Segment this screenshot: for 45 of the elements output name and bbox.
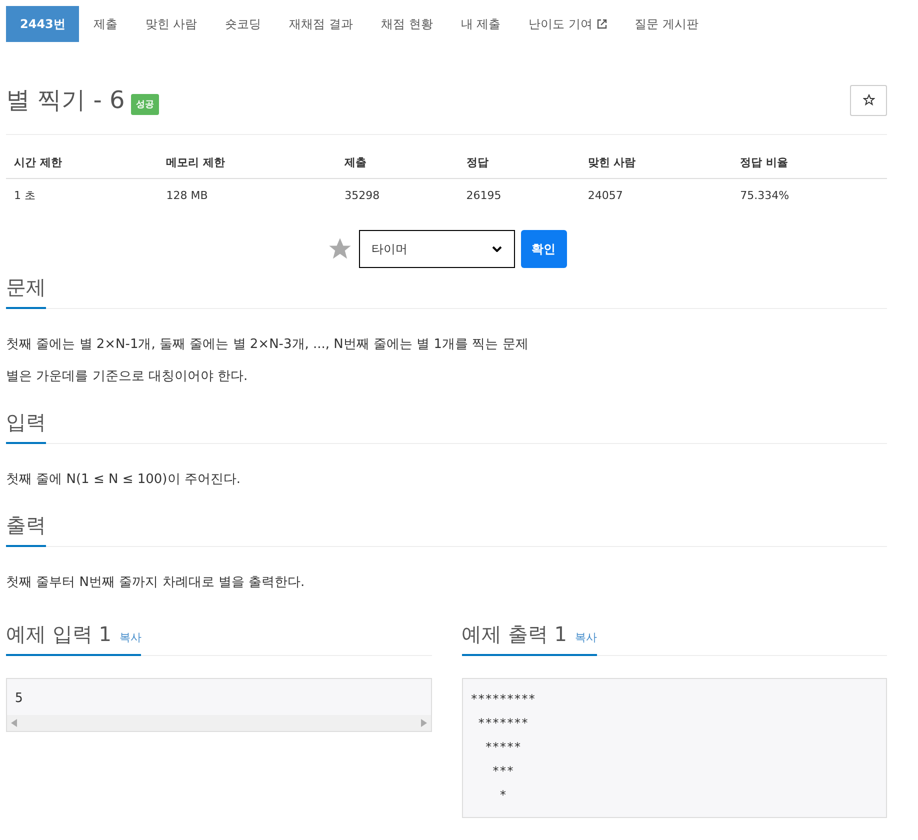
nav-tab[interactable]: 질문 게시판 [620, 6, 712, 42]
nav-tab[interactable]: 채점 현황 [367, 6, 447, 42]
star-outline-icon [862, 94, 874, 106]
sample-output-text: ********* ******* ***** *** * [462, 678, 887, 818]
nav-tab[interactable]: 맞힌 사람 [131, 6, 212, 42]
nav-tab[interactable]: 2443번 [6, 6, 80, 42]
column-header: 제출 [336, 147, 458, 178]
table-cell: 26195 [458, 178, 580, 212]
nav-tab[interactable]: 숏코딩 [211, 6, 276, 42]
table-cell: 1 초 [6, 178, 158, 212]
table-cell: 128 MB [158, 178, 337, 212]
paragraph: 별은 가운데를 기준으로 대칭이어야 한다. [6, 368, 249, 385]
column-header: 정답 비율 [732, 147, 887, 178]
sample-heading: 예제 출력 1 [462, 621, 567, 648]
chevron-down-icon [492, 246, 502, 252]
section-heading: 입력 [6, 409, 46, 444]
horizontal-scrollbar[interactable] [7, 715, 430, 731]
nav-tab[interactable]: 내 제출 [446, 6, 515, 42]
sample-heading: 예제 입력 1 [6, 621, 112, 648]
scroll-right-icon[interactable] [420, 719, 426, 727]
favorite-button[interactable] [850, 84, 887, 116]
copy-link[interactable]: 복사 [119, 630, 142, 645]
paragraph: 첫째 줄에는 별 2×N-1개, 둘째 줄에는 별 2×N-3개, ..., N번째 줄에는 별 1개를 찍는 문제 [6, 336, 530, 353]
table-cell: 24057 [580, 178, 732, 212]
nav-tab[interactable]: 재채점 결과 [275, 6, 368, 42]
column-header: 맞힌 사람 [580, 147, 732, 178]
timer-select[interactable]: 타이머 [358, 230, 514, 268]
section-heading: 문제 [6, 274, 46, 309]
paragraph: 첫째 줄에 N(1 ≤ N ≤ 100)이 주어진다. [6, 471, 242, 488]
status-badge: 성공 [130, 94, 159, 114]
column-header: 정답 [458, 147, 580, 178]
nav-tab[interactable]: 제출 [79, 6, 132, 42]
scroll-left-icon[interactable] [11, 719, 17, 727]
column-header: 시간 제한 [6, 147, 158, 178]
table-cell: 75.334% [732, 178, 887, 212]
copy-link[interactable]: 복사 [574, 630, 597, 645]
problem-title: 별 찍기 - 6 [6, 85, 125, 116]
paragraph: 첫째 줄부터 N번째 줄까지 차례대로 별을 출력한다. [6, 574, 306, 591]
sample-text: 5 [14, 690, 24, 708]
section-heading: 출력 [6, 512, 46, 547]
table-cell: 35298 [336, 178, 458, 212]
confirm-button[interactable]: 확인 [520, 230, 566, 268]
nav-tab[interactable]: 난이도 기여 [514, 6, 621, 42]
column-header: 메모리 제한 [158, 147, 337, 178]
external-link-icon [596, 19, 607, 29]
